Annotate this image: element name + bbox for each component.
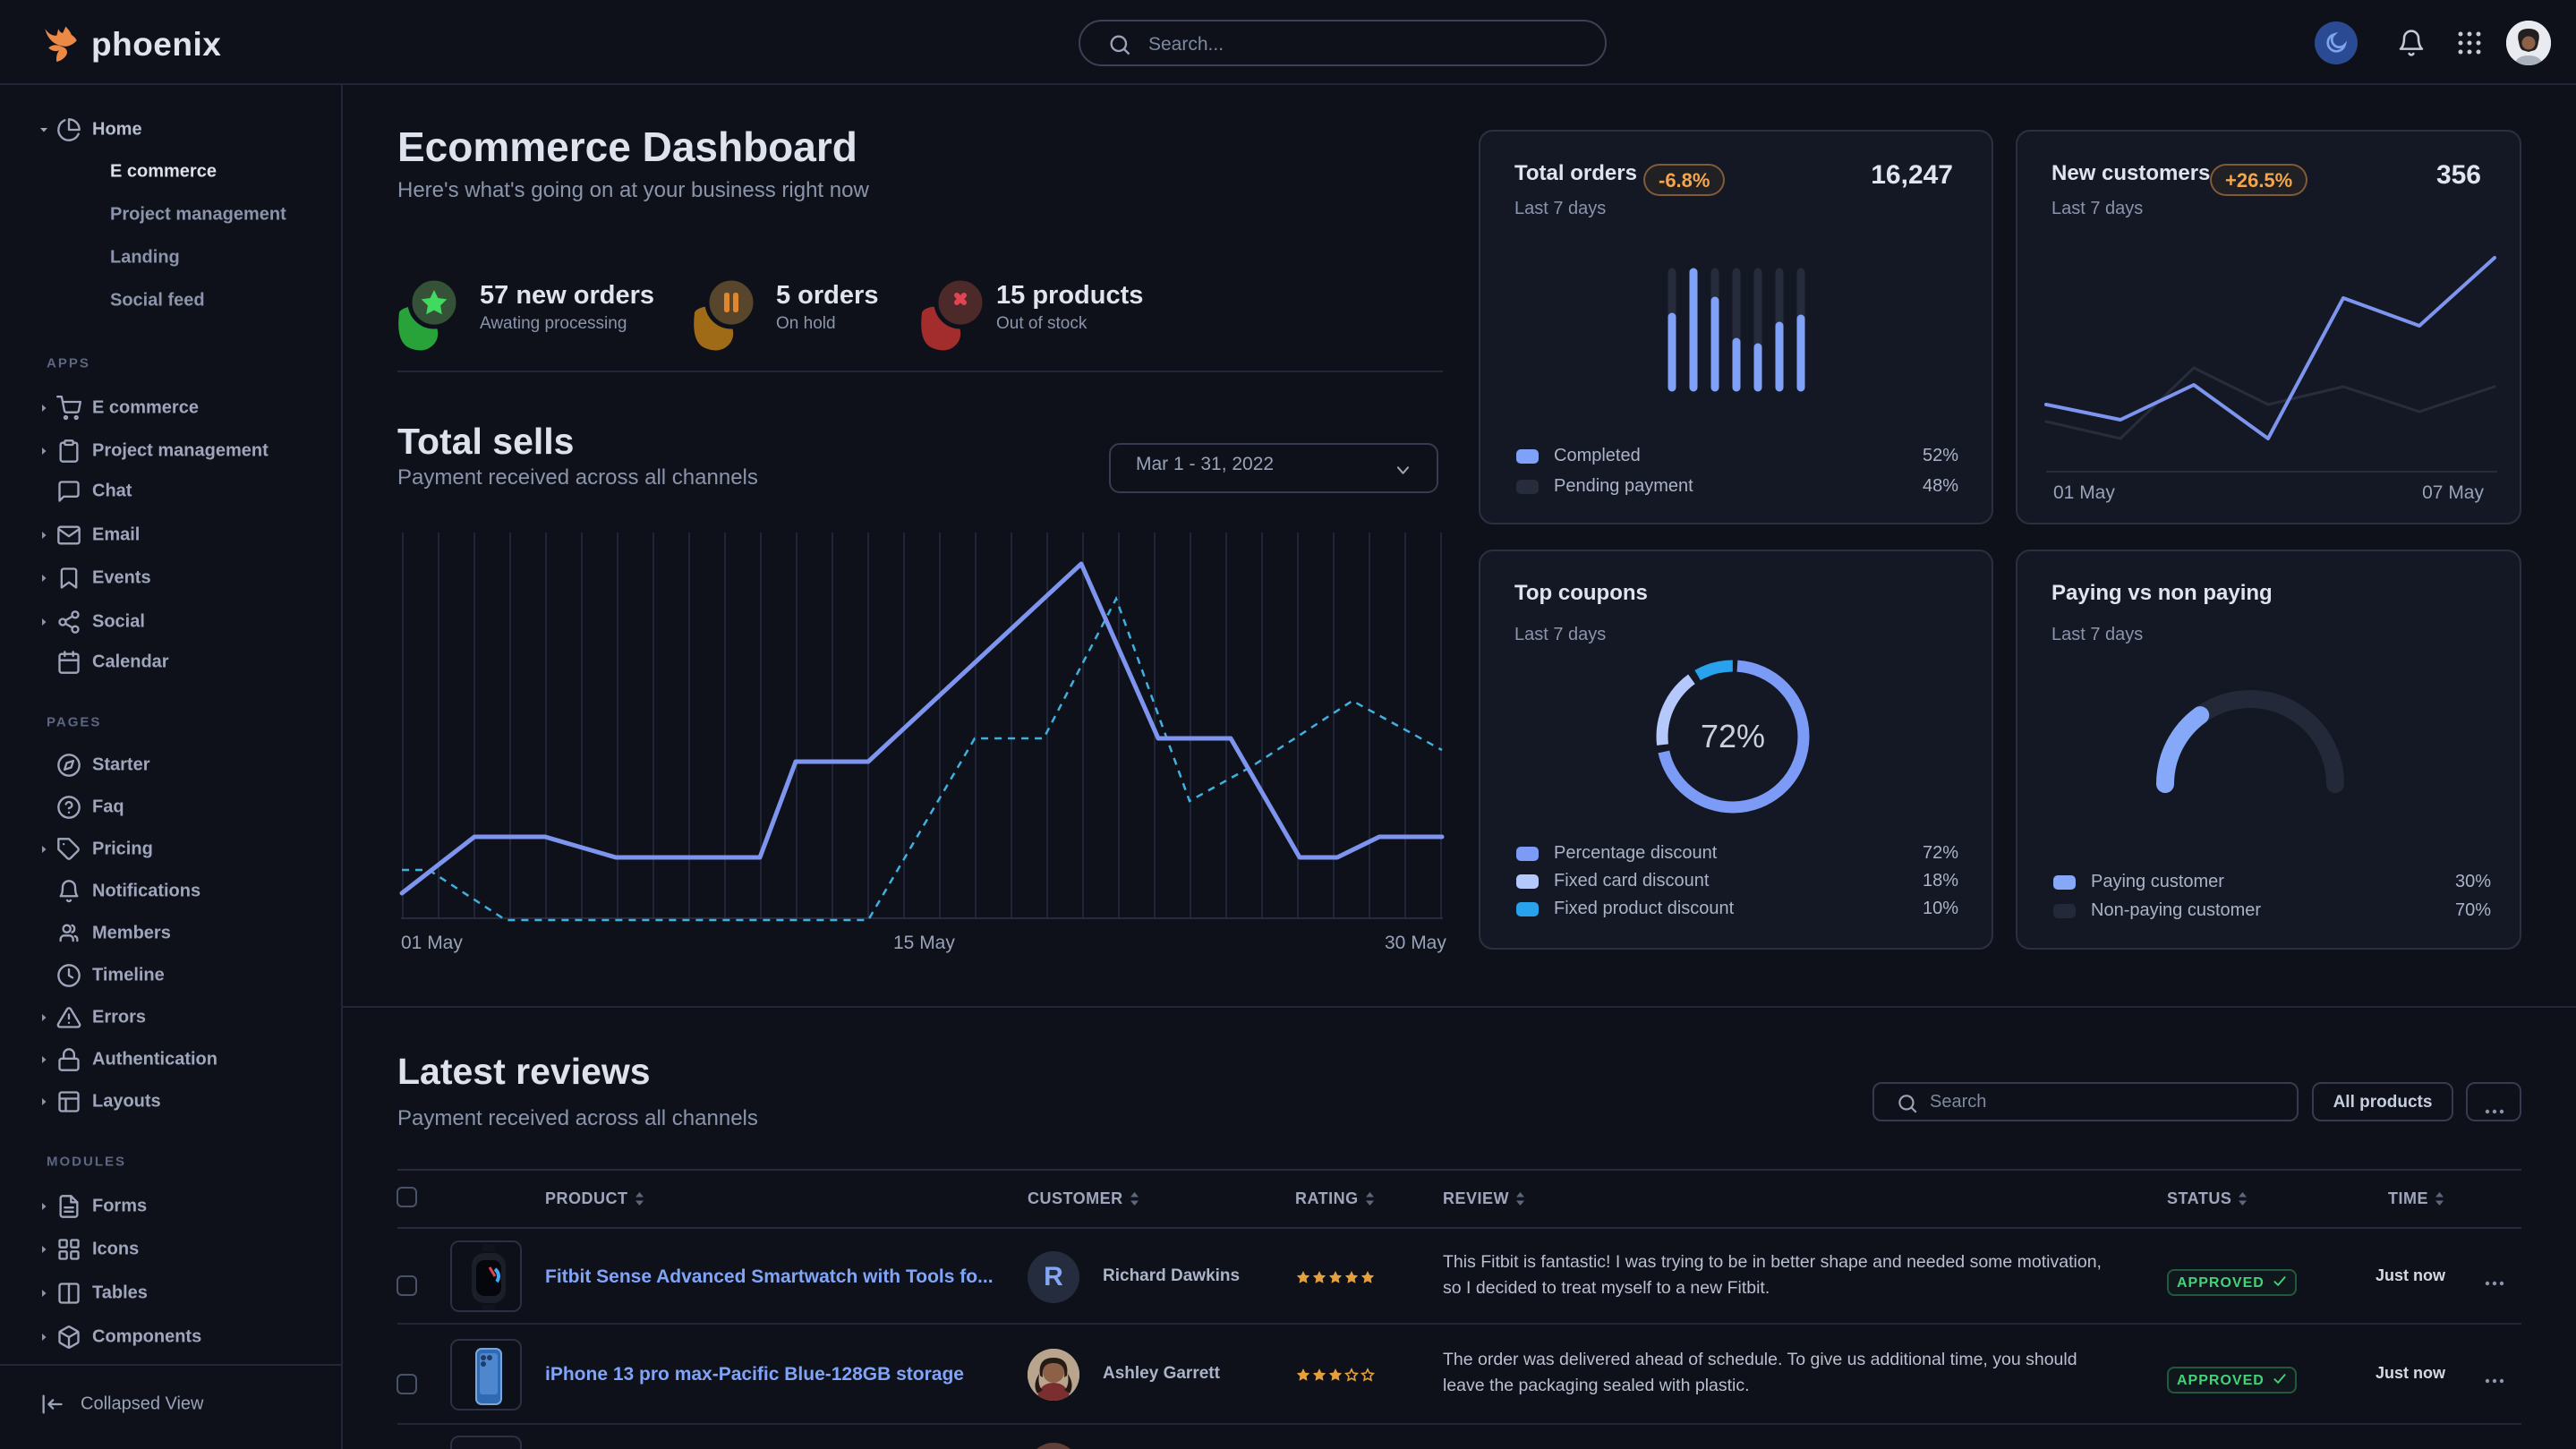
- svg-text:72%: 72%: [1701, 718, 1765, 754]
